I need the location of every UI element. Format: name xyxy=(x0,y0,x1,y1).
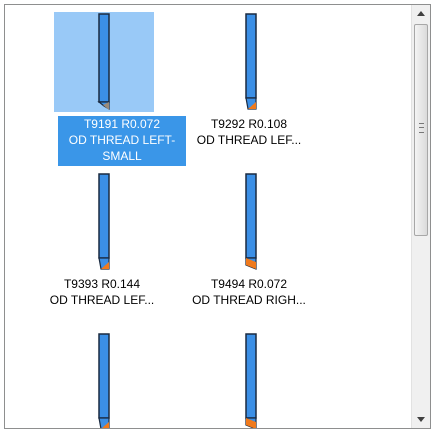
tool-thumbnail xyxy=(201,12,301,112)
threading-tool-icon xyxy=(245,173,257,270)
tool-tile-t9191[interactable]: T9191 R0.072 OD THREAD LEFT- SMALL xyxy=(32,10,186,180)
tool-thumbnail xyxy=(201,332,301,428)
threading-tool-icon xyxy=(245,13,257,110)
tool-description-label: OD THREAD LEFT- xyxy=(68,133,176,147)
tool-caption: T9191 R0.072 OD THREAD LEFT- SMALL xyxy=(58,116,186,166)
tool-tile[interactable] xyxy=(32,330,172,428)
scrollbar-thumb[interactable] xyxy=(414,24,428,236)
triangle-down-icon xyxy=(417,417,425,422)
tool-tile[interactable] xyxy=(179,330,319,428)
tool-caption: T9393 R0.144 OD THREAD LEF... xyxy=(32,276,172,308)
threading-tool-icon xyxy=(98,173,110,270)
tool-tile-t9494[interactable]: T9494 R0.072 OD THREAD RIGH... xyxy=(179,170,319,330)
tool-number-label: T9494 R0.072 xyxy=(210,277,288,291)
tool-thumbnail xyxy=(54,12,154,112)
tool-tile-t9393[interactable]: T9393 R0.144 OD THREAD LEF... xyxy=(32,170,172,330)
tool-description-label: OD THREAD LEF... xyxy=(196,133,302,147)
tool-description-label: OD THREAD LEF... xyxy=(49,293,155,307)
tool-thumbnail xyxy=(54,172,154,272)
triangle-up-icon xyxy=(417,11,425,16)
tool-caption: T9494 R0.072 OD THREAD RIGH... xyxy=(179,276,319,308)
tool-grid: T9191 R0.072 OD THREAD LEFT- SMALL T9292… xyxy=(5,5,409,428)
tool-number-label: T9292 R0.108 xyxy=(210,117,288,131)
tool-number-label: T9393 R0.144 xyxy=(63,277,141,291)
vertical-scrollbar[interactable] xyxy=(411,5,430,428)
threading-tool-icon xyxy=(97,13,110,111)
threading-tool-icon xyxy=(245,333,257,428)
grip-icon xyxy=(419,123,424,133)
tool-thumbnail xyxy=(201,172,301,272)
tool-description-label-cont: SMALL xyxy=(102,149,142,163)
tool-number-label: T9191 R0.072 xyxy=(83,117,161,131)
threading-tool-icon xyxy=(98,333,110,428)
tool-thumbnail xyxy=(54,332,154,428)
tool-description-label: OD THREAD RIGH... xyxy=(192,293,306,307)
tool-caption: T9292 R0.108 OD THREAD LEF... xyxy=(179,116,319,148)
scroll-down-button[interactable] xyxy=(412,411,430,428)
tool-list-panel: T9191 R0.072 OD THREAD LEFT- SMALL T9292… xyxy=(4,4,431,429)
scroll-up-button[interactable] xyxy=(412,5,430,22)
tool-tile-t9292[interactable]: T9292 R0.108 OD THREAD LEF... xyxy=(179,10,319,170)
